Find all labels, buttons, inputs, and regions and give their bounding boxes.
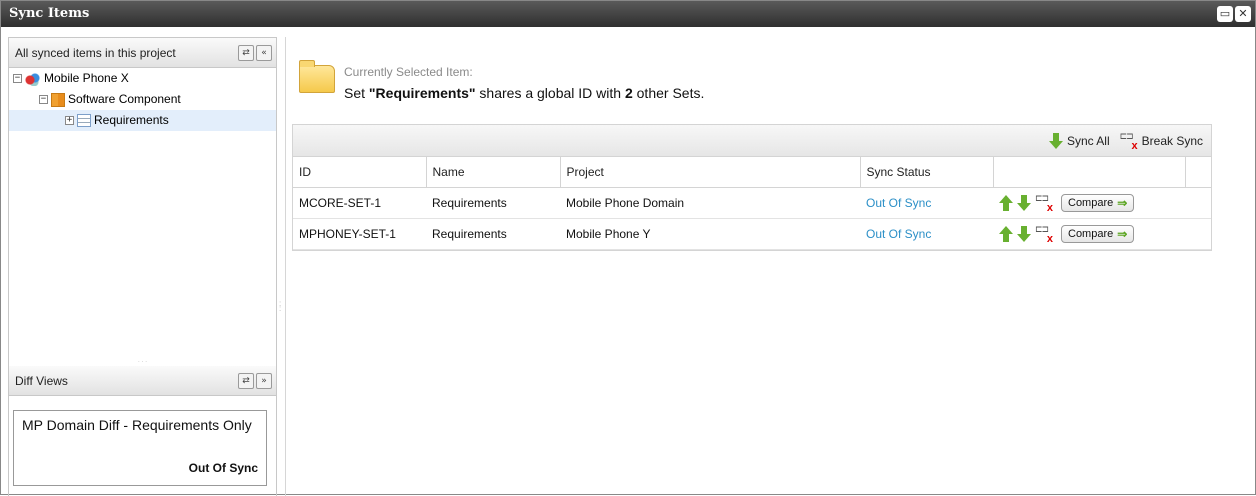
synced-items-panel: All synced items in this project ⇄ « − Mo… (8, 37, 277, 496)
expand-icon[interactable]: + (65, 116, 74, 126)
collapse-down-icon[interactable]: » (256, 373, 272, 389)
compare-button[interactable]: Compare ⇒ (1061, 193, 1135, 212)
requirements-set-icon (77, 114, 91, 128)
grid-toolbar: Sync All Break Sync (293, 125, 1211, 157)
sync-items-window: Sync Items ▭ ✕ All synced items in this … (0, 0, 1256, 496)
cell-name: Requirements (426, 218, 560, 250)
tree-item-label: Mobile Phone X (44, 71, 129, 85)
tree-item-software-component[interactable]: − Software Component (9, 89, 276, 110)
tree-item-mobile-phone-x[interactable]: − Mobile Phone X (9, 68, 276, 89)
selected-item-description: Set "Requirements" shares a global ID wi… (344, 85, 704, 101)
column-header-actions (993, 157, 1186, 188)
cell-name: Requirements (426, 187, 560, 219)
table-row[interactable]: MCORE-SET-1 Requirements Mobile Phone Do… (293, 187, 1211, 219)
table-row[interactable]: MPHONEY-SET-1 Requirements Mobile Phone … (293, 218, 1211, 250)
cell-spacer (1185, 218, 1211, 250)
diff-view-status: Out Of Sync (188, 461, 258, 475)
tree-item-requirements[interactable]: + Requirements (9, 110, 276, 131)
synced-items-header: All synced items in this project ⇄ « (9, 38, 276, 68)
synced-items-title: All synced items in this project (15, 46, 176, 60)
refresh-icon[interactable]: ⇄ (238, 373, 254, 389)
diff-view-item[interactable]: MP Domain Diff - Requirements Only Out O… (13, 410, 267, 486)
selection-count: 2 (624, 85, 633, 101)
cell-actions: Compare⇒ (993, 218, 1185, 250)
sync-grid: Sync All Break Sync ID Name Project Sync… (292, 124, 1212, 251)
pull-down-arrow-icon[interactable] (1017, 194, 1031, 211)
minimize-icon[interactable]: ▭ (1217, 6, 1233, 22)
collapse-icon[interactable]: − (13, 74, 22, 84)
cell-spacer (1185, 187, 1211, 219)
vertical-splitter-handle[interactable]: :: (279, 300, 283, 331)
cell-id: MCORE-SET-1 (293, 187, 426, 219)
tree-item-label: Requirements (94, 113, 169, 127)
sync-all-button[interactable]: Sync All (1048, 133, 1110, 149)
compare-label: Compare (1068, 227, 1114, 240)
sync-all-label: Sync All (1066, 134, 1110, 148)
arrow-right-icon: ⇒ (1117, 195, 1128, 210)
cell-id: MPHONEY-SET-1 (293, 218, 426, 250)
compare-label: Compare (1068, 196, 1114, 209)
close-icon[interactable]: ✕ (1235, 6, 1251, 22)
sync-down-arrow-icon (1048, 133, 1063, 149)
selection-prefix: Set (344, 85, 369, 101)
push-up-arrow-icon[interactable] (999, 225, 1013, 242)
compare-button[interactable]: Compare ⇒ (1061, 224, 1135, 243)
column-header-sync-status[interactable]: Sync Status (860, 157, 994, 188)
selection-suffix: other Sets. (632, 85, 705, 101)
cell-sync-status: Out Of Sync (860, 187, 993, 219)
cell-project: Mobile Phone Y (560, 218, 860, 250)
diff-views-title: Diff Views (15, 374, 68, 388)
arrow-right-icon: ⇒ (1117, 226, 1128, 241)
main-divider (285, 37, 286, 496)
diff-view-title: MP Domain Diff - Requirements Only (22, 417, 252, 433)
refresh-icon[interactable]: ⇄ (238, 45, 254, 61)
column-header-name[interactable]: Name (426, 157, 561, 188)
selection-middle: shares a global ID with (475, 85, 625, 101)
column-header-spacer (1185, 157, 1211, 188)
window-titlebar: Sync Items ▭ ✕ (1, 1, 1255, 27)
tree-item-label: Software Component (68, 92, 181, 106)
break-sync-icon (1120, 131, 1138, 152)
break-sync-label: Break Sync (1141, 134, 1203, 148)
cell-sync-status: Out Of Sync (860, 218, 993, 250)
cell-project: Mobile Phone Domain (560, 187, 860, 219)
diff-views-header: Diff Views ⇄ » (9, 366, 276, 396)
pull-down-arrow-icon[interactable] (1017, 225, 1031, 242)
component-icon (51, 92, 65, 107)
selected-item-label: Currently Selected Item: (344, 65, 473, 79)
break-sync-button[interactable]: Break Sync (1120, 131, 1203, 152)
folder-icon (299, 60, 335, 93)
collapse-icon[interactable]: − (39, 95, 48, 105)
project-icon (25, 71, 41, 86)
column-header-project[interactable]: Project (560, 157, 861, 188)
break-sync-icon[interactable] (1035, 193, 1053, 214)
cell-actions: Compare⇒ (993, 187, 1185, 219)
table-header-row: ID Name Project Sync Status (293, 157, 1211, 188)
column-header-id[interactable]: ID (293, 157, 427, 188)
window-title: Sync Items (9, 6, 90, 21)
push-up-arrow-icon[interactable] (999, 194, 1013, 211)
sync-tree: − Mobile Phone X − Software Component + Req… (9, 68, 276, 390)
sync-table: ID Name Project Sync Status MCORE-SET-1 … (293, 157, 1211, 250)
collapse-left-icon[interactable]: « (256, 45, 272, 61)
selection-set-name: "Requirements" (368, 85, 476, 101)
break-sync-icon[interactable] (1035, 224, 1053, 245)
